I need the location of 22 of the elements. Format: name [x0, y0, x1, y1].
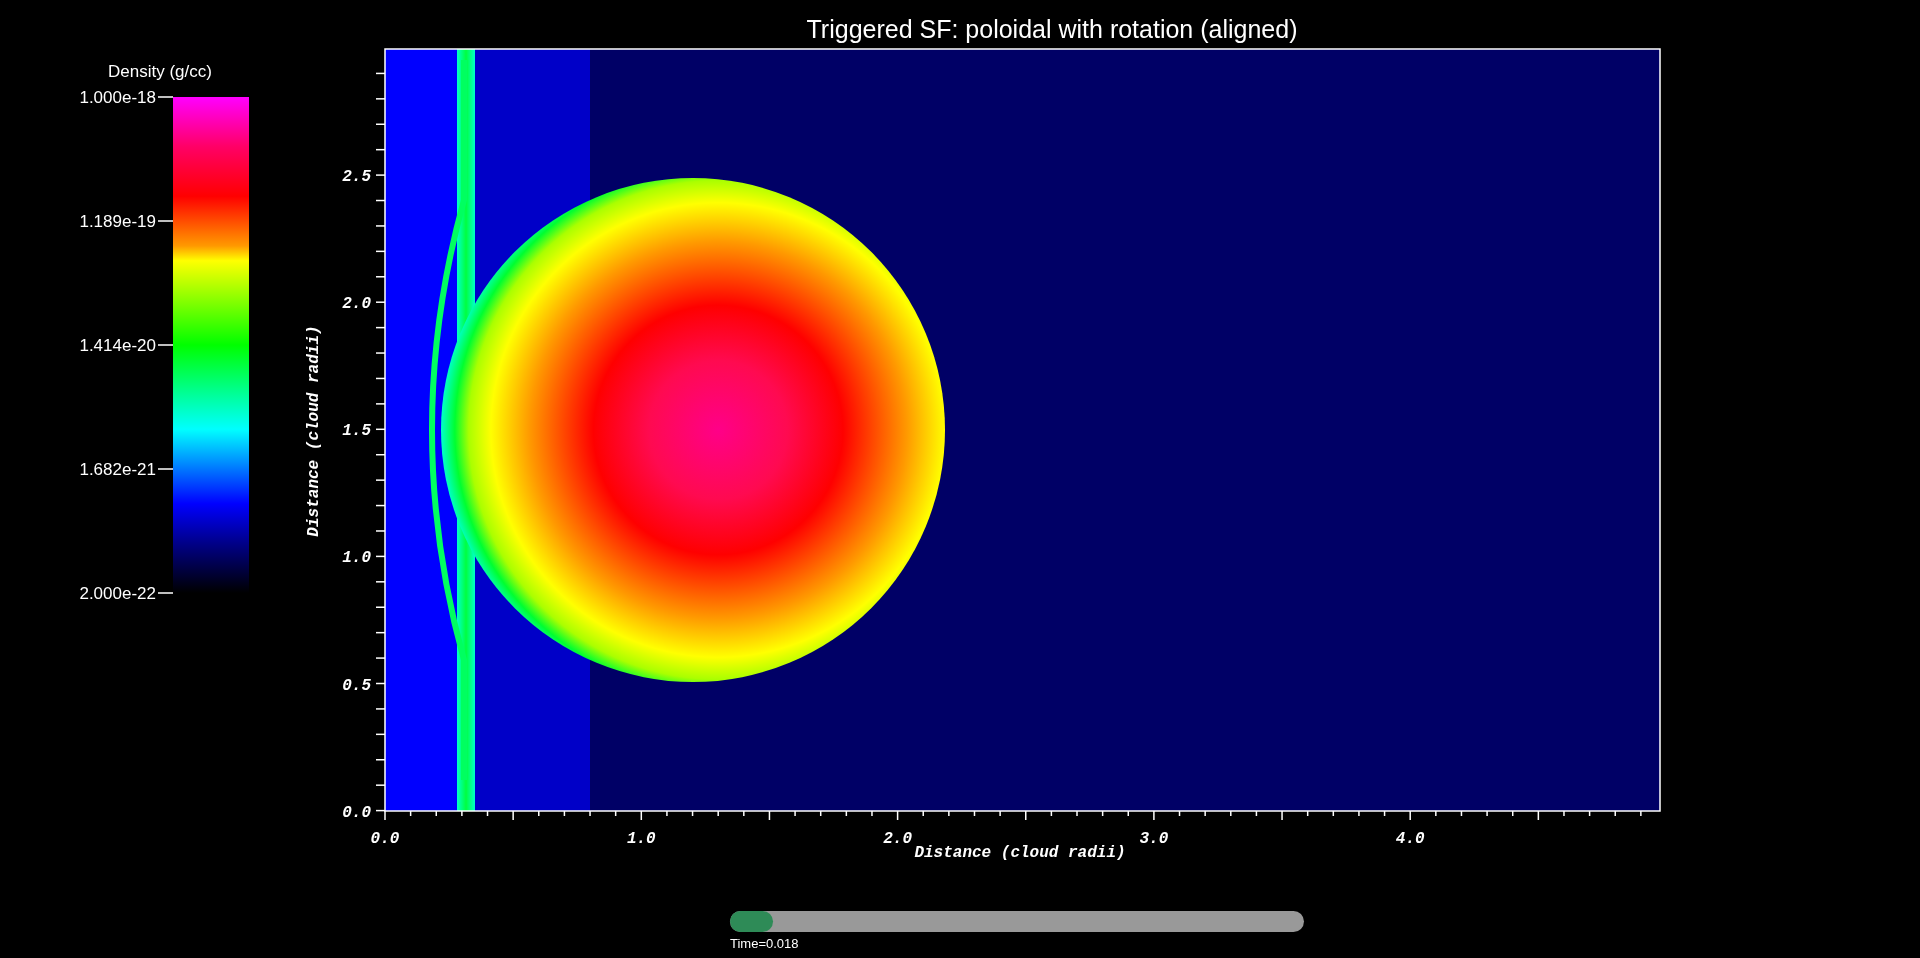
legend-label: 1.414e-20: [79, 336, 156, 355]
y-tick-label: 0.5: [342, 676, 371, 695]
x-tick-label: 0.0: [370, 830, 400, 848]
y-tick-label: 2.5: [342, 168, 371, 187]
legend-label: 2.000e-22: [79, 584, 156, 603]
x-tick-label: 1.0: [626, 830, 656, 848]
legend-label: 1.682e-21: [79, 460, 156, 479]
y-tick-label: 2.0: [342, 295, 371, 314]
x-tick-label: 4.0: [1395, 830, 1425, 848]
x-axis-label: Distance (cloud radii): [914, 844, 1126, 862]
y-tick-label: 1.0: [342, 549, 371, 568]
x-tick-label: 3.0: [1139, 830, 1169, 848]
plot-title: Triggered SF: poloidal with rotation (aligned): [806, 15, 1298, 43]
x-tick-label: 2.0: [883, 830, 912, 848]
time-label: Time=0.018: [730, 936, 799, 951]
y-tick-label: 1.5: [342, 422, 371, 441]
time-slider[interactable]: [730, 911, 1304, 932]
y-axis-label: Distance (cloud radii): [305, 325, 323, 537]
legend-title: Density (g/cc): [108, 62, 212, 81]
y-tick-label: 0.0: [342, 803, 371, 822]
legend-label: 1.000e-18: [79, 88, 156, 107]
legend-label: 1.189e-19: [79, 212, 156, 231]
